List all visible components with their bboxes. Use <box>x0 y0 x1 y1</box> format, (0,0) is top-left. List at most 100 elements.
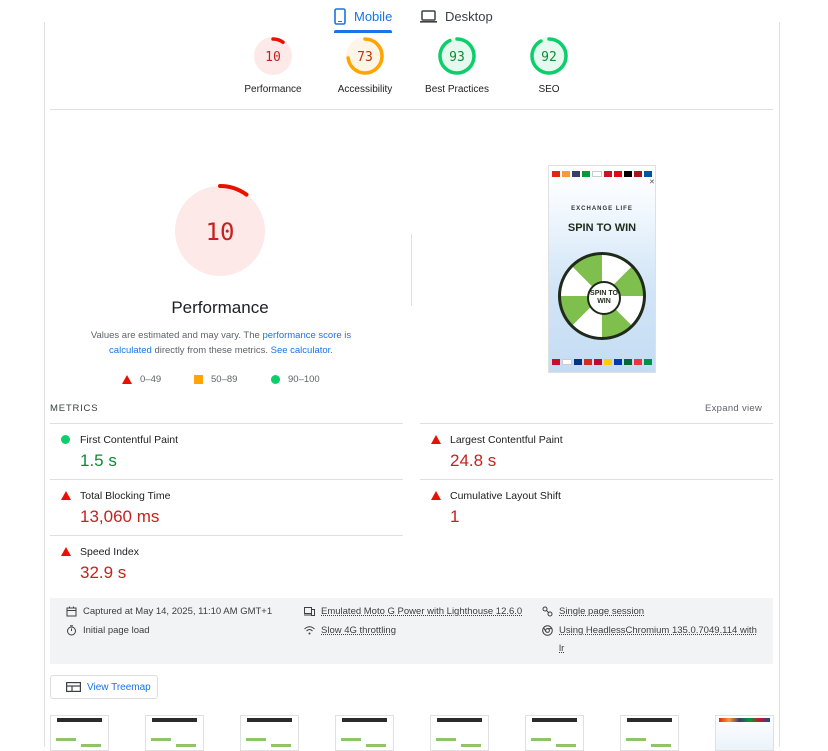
metric-value: 1 <box>450 507 460 526</box>
gauge-ring: 10 <box>254 37 292 75</box>
tab-mobile-label: Mobile <box>354 9 393 24</box>
legend-average: 50–89 <box>194 374 237 385</box>
flag-row-bottom <box>552 359 652 365</box>
tab-mobile[interactable]: Mobile <box>334 0 392 33</box>
metric-value: 1.5 s <box>80 451 117 470</box>
legend-average-label: 50–89 <box>211 374 238 385</box>
page-load-info: Initial page load <box>66 622 150 640</box>
gauge-score: 10 <box>265 50 281 65</box>
gauge-performance[interactable]: 10 Performance <box>228 36 318 95</box>
filmstrip-frame <box>620 715 679 751</box>
session-icon <box>542 606 553 617</box>
device-info: Emulated Moto G Power with Lighthouse 12… <box>304 603 522 621</box>
gauge-score: 92 <box>541 50 557 65</box>
browser-line-2: lr <box>559 643 565 654</box>
metric-value: 24.8 s <box>450 451 497 470</box>
filmstrip-frame <box>240 715 299 751</box>
performance-score-large: 10 <box>206 218 235 246</box>
tab-desktop[interactable]: Desktop <box>420 0 493 33</box>
see-calculator-link[interactable]: See calculator. <box>271 345 333 356</box>
vertical-divider <box>411 234 412 306</box>
mobile-phone-icon <box>334 8 346 25</box>
brand-logo: EXCHANGE LIFE <box>571 206 633 212</box>
gauge-ring: 93 <box>438 37 476 75</box>
run-info-panel: Captured at May 14, 2025, 11:10 AM GMT+1… <box>50 598 773 664</box>
close-icon[interactable]: ✕ <box>649 178 655 186</box>
view-treemap-button[interactable]: View Treemap <box>50 675 158 699</box>
report-frame-left <box>44 22 45 747</box>
filmstrip-frame <box>525 715 584 751</box>
prize-wheel: SPIN TO WIN <box>558 252 646 340</box>
wifi-icon <box>304 626 315 635</box>
pass-circle-icon <box>271 375 280 384</box>
fail-triangle-icon <box>122 375 132 384</box>
gauge-seo[interactable]: 92 SEO <box>504 36 594 95</box>
divider <box>50 109 773 110</box>
session-info: Single page session <box>542 603 644 621</box>
chrome-icon <box>542 625 553 636</box>
metric-speed-index: Speed Index 32.9 s <box>50 535 403 592</box>
metric-title: First Contentful Paint <box>80 434 179 446</box>
average-square-icon <box>194 375 203 384</box>
gauge-score: 93 <box>449 50 465 65</box>
captured-info: Captured at May 14, 2025, 11:10 AM GMT+1 <box>66 603 272 621</box>
tab-desktop-label: Desktop <box>445 9 493 24</box>
metric-total-blocking-time: Total Blocking Time 13,060 ms <box>50 479 403 536</box>
device-text[interactable]: Emulated Moto G Power with Lighthouse 12… <box>321 603 522 621</box>
flag-row-top <box>552 171 652 177</box>
filmstrip-frame <box>715 715 774 751</box>
gauge-accessibility[interactable]: 73 Accessibility <box>320 36 410 95</box>
gauge-ring: 73 <box>346 37 384 75</box>
browser-line-1: Using HeadlessChromium 135.0.7049.114 wi… <box>559 625 757 636</box>
gauge-score: 73 <box>357 50 373 65</box>
legend-fail: 0–49 <box>122 374 161 385</box>
metric-title: Total Blocking Time <box>80 490 171 502</box>
filmstrip-frame <box>145 715 204 751</box>
treemap-icon <box>66 682 81 692</box>
gauge-best-practices[interactable]: 93 Best Practices <box>412 36 502 95</box>
devices-icon <box>304 607 315 616</box>
session-text[interactable]: Single page session <box>559 603 644 621</box>
metric-title: Cumulative Layout Shift <box>450 490 561 502</box>
filmstrip-frame <box>335 715 394 751</box>
metric-cumulative-layout-shift: Cumulative Layout Shift 1 <box>420 479 773 536</box>
fail-triangle-icon <box>431 435 441 444</box>
page-load-text: Initial page load <box>83 625 150 636</box>
laptop-icon <box>420 10 437 23</box>
view-treemap-label: View Treemap <box>87 681 151 693</box>
timer-icon <box>67 625 76 636</box>
performance-gauge-large: 10 <box>173 184 267 278</box>
legend-fail-label: 0–49 <box>140 374 162 385</box>
metric-title: Speed Index <box>80 546 139 558</box>
browser-info: Using HeadlessChromium 135.0.7049.114 wi… <box>542 622 767 658</box>
browser-text[interactable]: Using HeadlessChromium 135.0.7049.114 wi… <box>559 622 757 658</box>
metric-first-contentful-paint: First Contentful Paint 1.5 s <box>50 423 403 480</box>
fail-triangle-icon <box>61 491 71 500</box>
calendar-icon <box>66 606 77 617</box>
legend-pass-label: 90–100 <box>288 374 320 385</box>
report-frame-right <box>779 22 780 747</box>
expand-view-button[interactable]: Expand view <box>705 403 762 414</box>
throttling-text[interactable]: Slow 4G throttling <box>321 622 396 640</box>
legend-pass: 90–100 <box>271 374 320 385</box>
fail-triangle-icon <box>431 491 441 500</box>
captured-text: Captured at May 14, 2025, 11:10 AM GMT+1 <box>83 606 273 617</box>
wheel-center-label: SPIN TO WIN <box>590 290 618 305</box>
metrics-heading: METRICS <box>50 403 99 414</box>
final-screenshot[interactable]: ✕ EXCHANGE LIFE SPIN TO WIN SPIN TO WIN <box>548 165 656 373</box>
metric-value: 13,060 ms <box>80 507 160 526</box>
metric-value: 32.9 s <box>80 563 127 582</box>
throttling-info: Slow 4G throttling <box>304 622 396 640</box>
metric-largest-contentful-paint: Largest Contentful Paint 24.8 s <box>420 423 773 480</box>
wheel-center: SPIN TO WIN <box>587 281 621 315</box>
pass-circle-icon <box>61 435 70 444</box>
gauge-label: SEO <box>538 84 560 95</box>
desc-text-2: directly from these metrics. <box>151 345 271 356</box>
gauge-label: Performance <box>244 84 302 95</box>
gauge-label: Best Practices <box>425 84 489 95</box>
filmstrip-frame <box>50 715 109 751</box>
active-tab-indicator <box>334 30 392 33</box>
spin-headline: SPIN TO WIN <box>567 222 637 234</box>
performance-description: Values are estimated and may vary. The p… <box>82 328 360 358</box>
fail-triangle-icon <box>61 547 71 556</box>
